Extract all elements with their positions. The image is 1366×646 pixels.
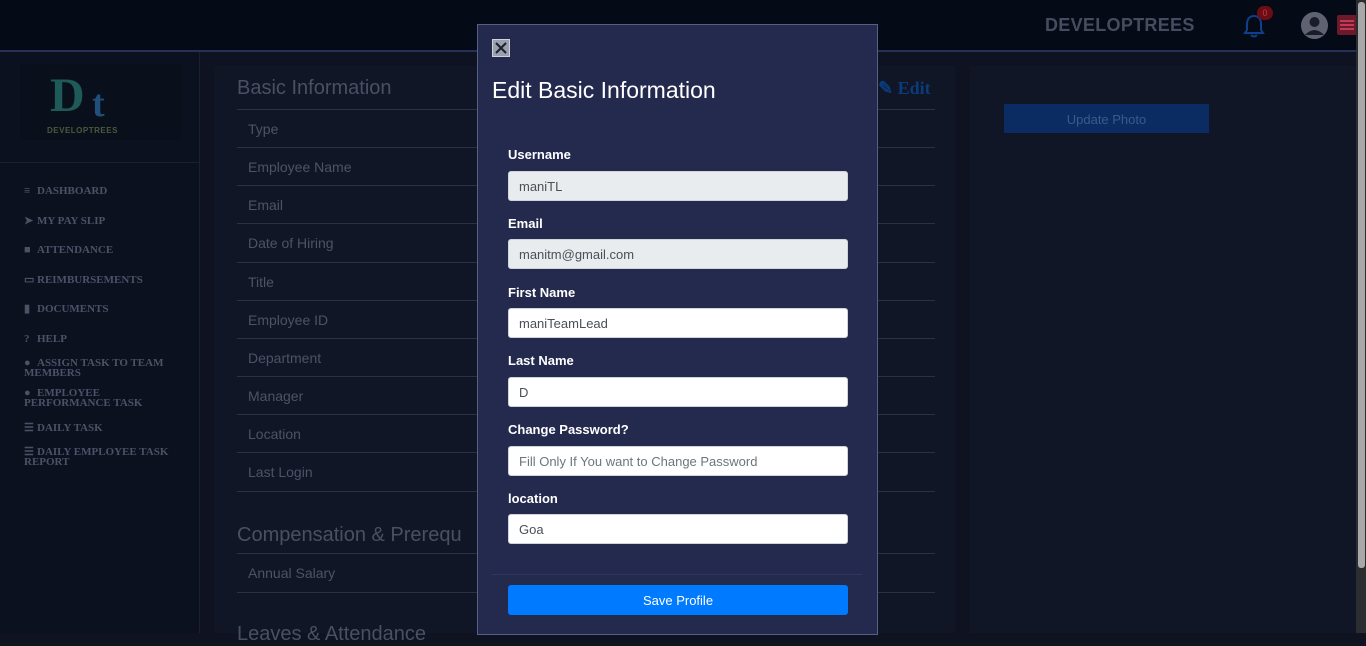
last-name-field[interactable] [508, 377, 848, 407]
company-logo: D t DEVELOPTREES [20, 64, 181, 140]
hamburger-menu-icon[interactable] [1337, 15, 1357, 35]
sidebar-item-employee-performance[interactable]: ● EMPLOYEE PERFORMANCE TASK [24, 388, 184, 409]
modal-footer-divider [492, 574, 862, 575]
sidebar-item-documents[interactable]: ▮ DOCUMENTS [24, 303, 184, 315]
last-name-label: Last Name [508, 353, 574, 368]
user-avatar-icon[interactable] [1301, 12, 1328, 39]
logo-text: DEVELOPTREES [47, 126, 118, 135]
notification-badge: 0 [1257, 6, 1273, 20]
username-label: Username [508, 147, 571, 162]
close-icon[interactable] [492, 39, 510, 57]
paper-plane-icon: ➤ [24, 215, 34, 227]
edit-link[interactable]: ✎ Edit [878, 78, 931, 99]
location-field[interactable] [508, 514, 848, 544]
bars-icon: ≡ [24, 185, 31, 197]
edit-icon: ✎ [878, 78, 894, 98]
modal-title: Edit Basic Information [492, 77, 716, 103]
sidebar-item-daily-task[interactable]: ☰ DAILY TASK [24, 422, 184, 434]
first-name-field[interactable] [508, 308, 848, 338]
photo-card [970, 66, 1356, 633]
change-password-label: Change Password? [508, 422, 629, 437]
sidebar-item-pay-slip[interactable]: ➤ MY PAY SLIP [24, 215, 184, 227]
update-photo-button[interactable]: Update Photo [1004, 104, 1209, 133]
briefcase-icon: ■ [24, 244, 31, 256]
scrollbar-thumb[interactable] [1358, 2, 1365, 568]
basic-info-title: Basic Information [237, 77, 392, 99]
change-password-field[interactable] [508, 446, 848, 476]
credit-card-icon: ▭ [24, 274, 35, 286]
question-circle-icon: ? [24, 333, 30, 345]
sidebar-divider [0, 162, 199, 163]
sidebar-item-reimbursements[interactable]: ▭ REIMBURSEMENTS [24, 274, 184, 286]
sidebar-item-help[interactable]: ? HELP [24, 333, 184, 345]
sidebar-item-dashboard[interactable]: ≡ DASHBOARD [24, 185, 184, 197]
list-icon: ☰ [24, 422, 34, 434]
email-label: Email [508, 216, 543, 231]
sidebar-item-assign-task[interactable]: ● ASSIGN TASK TO TEAM MEMBERS [24, 358, 184, 379]
save-profile-button[interactable]: Save Profile [508, 585, 848, 615]
location-label: location [508, 491, 558, 506]
sidebar-item-attendance[interactable]: ■ ATTENDANCE [24, 244, 184, 256]
first-name-label: First Name [508, 285, 576, 300]
brand-title: DEVELOPTREES [1045, 15, 1195, 35]
file-icon: ▮ [24, 303, 31, 315]
edit-basic-info-modal: Edit Basic Information Username Email Fi… [477, 24, 878, 635]
compensation-title: Compensation & Prerequ [237, 524, 462, 546]
leaves-title: Leaves & Attendance [237, 623, 427, 645]
sidebar-item-daily-report[interactable]: ☰ DAILY EMPLOYEE TASK REPORT [24, 447, 184, 468]
email-field[interactable] [508, 239, 848, 269]
username-field[interactable] [508, 171, 848, 201]
